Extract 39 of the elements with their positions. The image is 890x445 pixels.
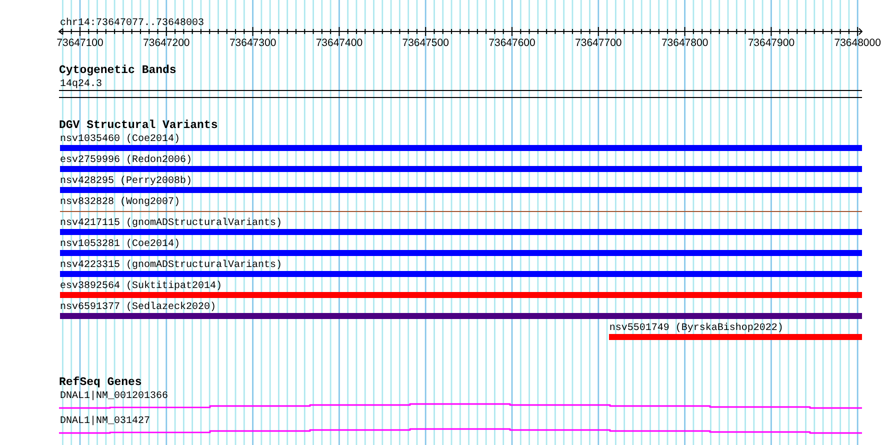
variant-label[interactable]: nsv1035460 (Coe2014) xyxy=(60,134,862,145)
tick-label: 73647800 xyxy=(661,37,708,49)
variant-line[interactable] xyxy=(60,210,862,212)
tick-label: 73648000 xyxy=(834,37,881,49)
band-label: 14q24.3 xyxy=(60,79,104,90)
tick-label: 73647100 xyxy=(56,37,104,49)
variant-label[interactable]: nsv6591377 (Sedlazeck2020) xyxy=(60,302,862,313)
tick-label: 73647500 xyxy=(402,37,449,49)
track-title: Cytogenetic Bands xyxy=(59,63,178,79)
variant-label[interactable]: esv2759996 (Redon2006) xyxy=(60,155,862,166)
variant-label[interactable]: esv3892564 (Suktitipat2014) xyxy=(60,281,862,292)
variant-label[interactable]: nsv4217115 (gnomADStructuralVariants) xyxy=(60,218,862,229)
variant-label[interactable]: nsv4223315 (gnomADStructuralVariants) xyxy=(60,260,862,271)
gene-label[interactable]: DNAL1|NM_001201366 xyxy=(60,391,862,402)
variant-bar[interactable] xyxy=(60,187,862,193)
tick-label: 73647700 xyxy=(575,37,622,49)
tick-label: 73647600 xyxy=(488,37,536,49)
location-label: chr14:73647077..73648003 xyxy=(60,18,204,29)
gene-model-line[interactable] xyxy=(59,428,862,434)
track-title: RefSeq Genes xyxy=(59,375,143,390)
variant-bar[interactable] xyxy=(60,292,862,298)
gene-label[interactable]: DNAL1|NM_031427 xyxy=(60,416,862,427)
track-title: DGV Structural Variants xyxy=(59,118,219,134)
variant-bar[interactable] xyxy=(60,166,862,172)
tick-label: 73647200 xyxy=(143,37,190,49)
tick-label: 73647300 xyxy=(229,37,276,49)
variant-bar[interactable] xyxy=(60,250,862,256)
variant-bar[interactable] xyxy=(60,313,862,319)
variant-label[interactable]: nsv832828 (Wong2007) xyxy=(60,197,862,208)
variant-bar[interactable] xyxy=(609,334,862,340)
tick-label: 73647900 xyxy=(748,37,795,49)
gene-model-line[interactable] xyxy=(59,403,862,409)
variant-bar[interactable] xyxy=(60,271,862,277)
variant-label[interactable]: nsv428295 (Perry2008b) xyxy=(60,176,862,187)
variant-label[interactable]: nsv5501749 (ByrskaBishop2022) xyxy=(609,323,862,334)
variant-label[interactable]: nsv1053281 (Coe2014) xyxy=(60,239,862,250)
tick-label: 73647400 xyxy=(316,37,363,49)
variant-bar[interactable] xyxy=(60,145,862,151)
variant-bar[interactable] xyxy=(60,229,862,235)
